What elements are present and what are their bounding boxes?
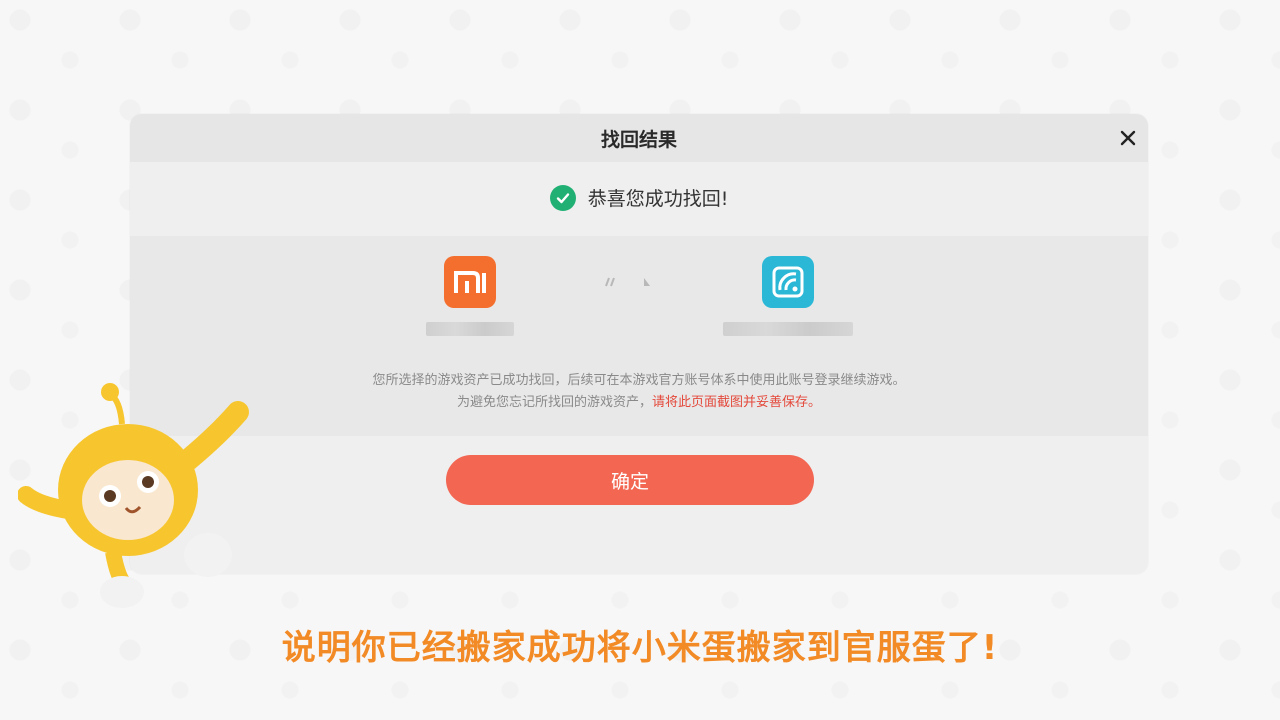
- info-text: 您所选择的游戏资产已成功找回，后续可在本游戏官方账号体系中使用此账号登录继续游戏…: [130, 370, 1148, 414]
- target-account-name-masked: [723, 322, 853, 336]
- info-line-2-prefix: 为避免您忘记所找回的游戏资产，: [456, 395, 652, 410]
- dialog-title: 找回结果: [600, 128, 677, 151]
- caption-text: 说明你已经搬家成功将小米蛋搬家到官服蛋了!: [281, 628, 999, 668]
- result-dialog: 找回结果 恭喜您成功找回! 您所选择的游戏资产已成功找回，后续可在本游戏官方账号…: [130, 114, 1148, 574]
- success-row: 恭喜您成功找回!: [130, 184, 1148, 211]
- info-line-2: 为避免您忘记所找回的游戏资产，请将此页面截图并妥善保存。: [130, 392, 1148, 414]
- dialog-header: 找回结果: [130, 114, 1148, 162]
- confirm-button[interactable]: 确定: [446, 455, 814, 505]
- close-button[interactable]: [1114, 124, 1142, 152]
- xiaomi-logo-icon: [444, 256, 496, 308]
- success-message: 恭喜您成功找回!: [587, 188, 729, 210]
- transfer-panel: 您所选择的游戏资产已成功找回，后续可在本游戏官方账号体系中使用此账号登录继续游戏…: [130, 236, 1148, 436]
- check-circle-icon: [549, 184, 576, 211]
- source-account-name-masked: [426, 322, 514, 336]
- source-account: [426, 256, 514, 336]
- info-line-2-highlight: 请将此页面截图并妥善保存。: [652, 395, 822, 410]
- target-account: [723, 256, 853, 336]
- info-line-1: 您所选择的游戏资产已成功找回，后续可在本游戏官方账号体系中使用此账号登录继续游戏…: [372, 373, 906, 388]
- close-icon: [1120, 130, 1136, 146]
- arrow-right-icon: [605, 277, 650, 287]
- mascot-character: [18, 383, 249, 608]
- official-logo-icon: [762, 256, 814, 308]
